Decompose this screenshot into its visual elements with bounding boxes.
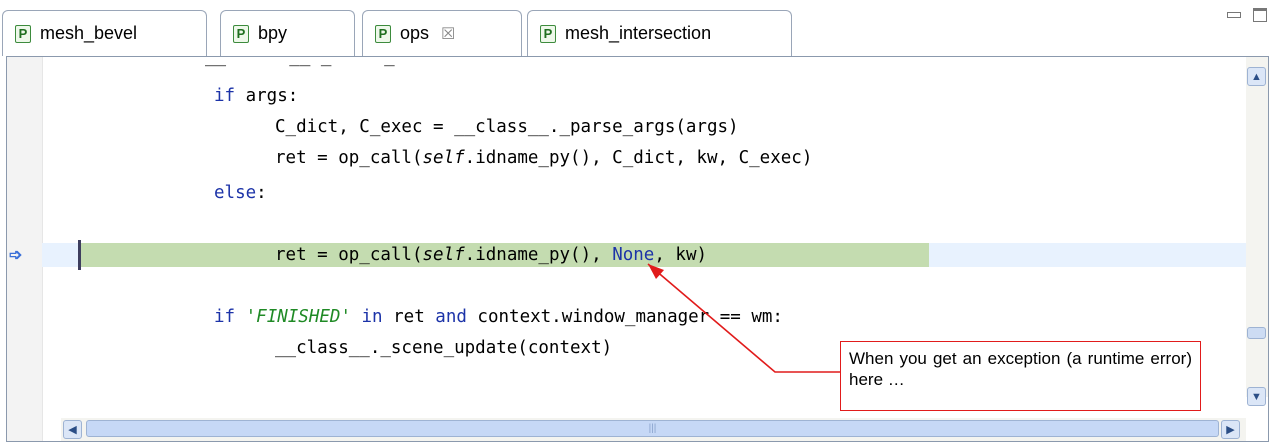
tab-ops[interactable]: P ops ☒	[362, 10, 522, 56]
scroll-down-icon[interactable]: ▼	[1247, 387, 1266, 406]
tab-label: ops	[400, 23, 430, 43]
horizontal-scrollbar[interactable]: ◀ ||| ▶	[61, 418, 1246, 441]
maximize-icon[interactable]	[1253, 8, 1267, 22]
tab-mesh-intersection[interactable]: P mesh_intersection	[527, 10, 792, 56]
minimize-icon[interactable]	[1227, 12, 1241, 18]
close-tab-icon[interactable]: ☒	[441, 24, 455, 44]
scroll-left-icon[interactable]: ◀	[63, 420, 82, 439]
python-file-icon: P	[375, 24, 391, 43]
python-file-icon: P	[15, 24, 31, 43]
tab-label: mesh_intersection	[565, 23, 712, 43]
window-controls	[1227, 8, 1267, 22]
code-line: if args:	[214, 86, 299, 106]
tab-mesh-bevel[interactable]: P mesh_bevel	[2, 10, 207, 56]
code-line: if 'FINISHED' in ret and context.window_…	[214, 307, 783, 327]
python-file-icon: P	[233, 24, 249, 43]
code-line: else:	[214, 183, 267, 203]
code-line: C_dict, C_exec = __class__._parse_args(a…	[275, 117, 739, 137]
vertical-scroll-thumb[interactable]	[1247, 327, 1266, 339]
scroll-right-icon[interactable]: ▶	[1221, 420, 1240, 439]
python-file-icon: P	[540, 24, 556, 43]
horizontal-scroll-thumb[interactable]: |||	[86, 420, 1219, 437]
annotation-callout: When you get an exception (a runtime err…	[840, 341, 1201, 411]
code-line: __class__._scene_update(context)	[275, 338, 613, 358]
code-line-current: ret = op_call(self.idname_py(), None, kw…	[275, 245, 708, 265]
code-line: ret = op_call(self.idname_py(), C_dict, …	[275, 148, 813, 168]
tab-label: mesh_bevel	[40, 23, 138, 43]
annotation-text: When you get an exception (a runtime err…	[849, 349, 1192, 389]
editor-tab-bar: P mesh_bevel P bpy P ops ☒ P mesh_inters…	[0, 0, 1275, 56]
scroll-up-icon[interactable]: ▲	[1247, 67, 1266, 86]
tab-bpy[interactable]: P bpy	[220, 10, 355, 56]
tab-label: bpy	[258, 23, 288, 43]
vertical-scrollbar[interactable]: ▲ ▼	[1246, 57, 1268, 406]
clipped-line: __ __ _ _	[205, 56, 395, 67]
